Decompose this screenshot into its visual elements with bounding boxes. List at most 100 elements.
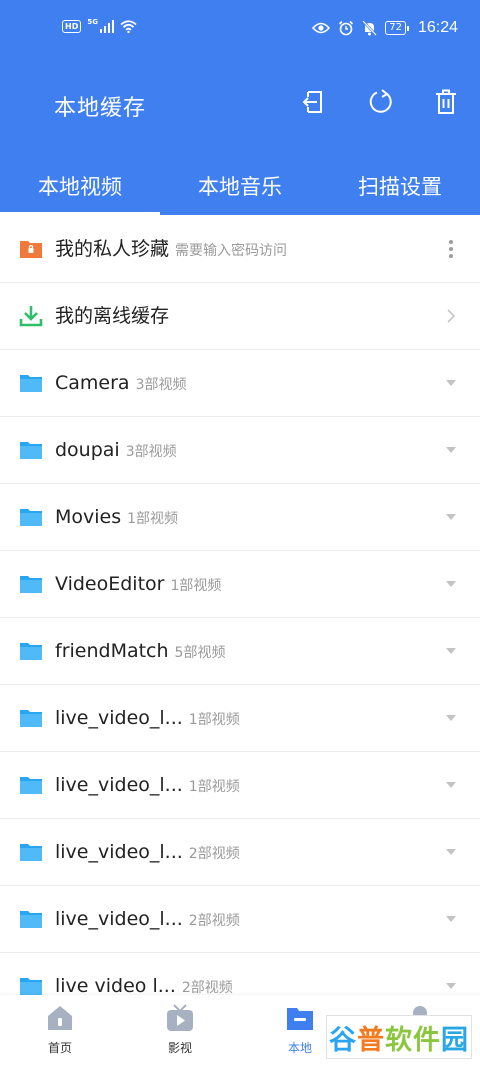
folder-icon — [20, 643, 42, 660]
row-text: live_video_l... 2部视频 — [55, 819, 240, 888]
delete-button[interactable] — [430, 86, 462, 118]
row-text: live_video_l... 1部视频 — [55, 752, 240, 821]
row-text: VideoEditor 1部视频 — [55, 551, 221, 620]
folder-name: live_video_l... — [55, 774, 183, 796]
folder-name: Movies — [55, 506, 122, 528]
caret-down-icon — [446, 581, 456, 587]
expand-button[interactable] — [440, 372, 462, 394]
caret-down-icon — [446, 648, 456, 654]
mute-bell-icon — [362, 20, 378, 36]
watermark-char: 谷 — [329, 1024, 357, 1056]
folder-row[interactable]: friendMatch 5部视频 — [0, 618, 480, 685]
expand-button[interactable] — [440, 707, 462, 729]
expand-button[interactable] — [440, 640, 462, 662]
row-text: live_video_l... 1部视频 — [55, 685, 240, 754]
refresh-icon — [369, 89, 392, 113]
chevron-button — [440, 305, 462, 327]
expand-button[interactable] — [440, 506, 462, 528]
folder-name: live_video_l... — [55, 841, 183, 863]
status-right: 72 16:24 — [312, 19, 458, 37]
chevron-right-icon — [447, 309, 456, 323]
exit-button[interactable] — [297, 86, 329, 118]
refresh-button[interactable] — [364, 86, 396, 118]
watermark-char: 普 — [357, 1024, 385, 1056]
folder-row[interactable]: Camera 3部视频 — [0, 350, 480, 417]
watermark-logo: 谷 普 软件 园 — [326, 1015, 472, 1059]
caret-down-icon — [446, 715, 456, 721]
row-text: Camera 3部视频 — [55, 350, 186, 419]
video-count: 1部视频 — [170, 578, 222, 594]
video-count: 3部视频 — [135, 377, 187, 393]
caret-down-icon — [446, 849, 456, 855]
video-count: 2部视频 — [188, 846, 240, 862]
trash-icon — [436, 89, 456, 114]
folder-icon — [20, 576, 42, 593]
nav-home[interactable]: 首页 — [20, 1003, 100, 1056]
nav-label: 首页 — [47, 1041, 72, 1055]
alarm-icon — [339, 20, 354, 36]
folder-row[interactable]: live_video_l... 1部视频 — [0, 752, 480, 819]
row-text: 我的离线缓存 — [55, 283, 169, 350]
expand-button[interactable] — [440, 841, 462, 863]
tab-local-music[interactable]: 本地音乐 — [160, 165, 320, 215]
page-title: 本地缓存 — [54, 96, 147, 121]
video-count: 3部视频 — [125, 444, 177, 460]
video-count: 2部视频 — [188, 913, 240, 929]
hd-badge: HD — [62, 20, 82, 33]
more-vertical-icon — [449, 240, 453, 258]
row-text: Movies 1部视频 — [55, 484, 178, 553]
more-button[interactable] — [440, 238, 462, 260]
caret-down-icon — [446, 380, 456, 386]
header: 本地缓存 本地视频 本地音乐 扫描设置 — [0, 60, 480, 215]
caret-down-icon — [446, 514, 456, 520]
download-icon — [19, 306, 43, 327]
video-count: 1部视频 — [127, 511, 179, 527]
home-icon — [48, 1006, 72, 1030]
caret-down-icon — [446, 447, 456, 453]
tab-local-video[interactable]: 本地视频 — [0, 165, 160, 215]
folder-row[interactable]: VideoEditor 1部视频 — [0, 551, 480, 618]
row-subtitle: 需要输入密码访问 — [175, 243, 288, 259]
folder-row[interactable]: live_video_l... 1部视频 — [0, 685, 480, 752]
folder-name: live_video_l... — [55, 707, 183, 729]
tab-scan-settings[interactable]: 扫描设置 — [320, 165, 480, 215]
video-count: 5部视频 — [174, 645, 226, 661]
private-collection-row[interactable]: 我的私人珍藏 需要输入密码访问 — [0, 216, 480, 283]
lock-folder-icon — [20, 241, 42, 258]
folder-icon — [20, 375, 42, 392]
row-text: live_video_l... 2部视频 — [55, 886, 240, 955]
signal-icon — [99, 20, 115, 33]
expand-button[interactable] — [440, 908, 462, 930]
status-bar: HD 5G 72 16:24 — [0, 0, 480, 60]
row-name: 我的私人珍藏 — [55, 238, 170, 260]
folder-row[interactable]: Movies 1部视频 — [0, 484, 480, 551]
clock: 16:24 — [417, 19, 458, 36]
row-text: doupai 3部视频 — [55, 417, 177, 486]
tab-bar: 本地视频 本地音乐 扫描设置 — [0, 165, 480, 215]
expand-button[interactable] — [440, 975, 462, 997]
expand-button[interactable] — [440, 573, 462, 595]
nav-label: 影视 — [167, 1041, 192, 1055]
caret-down-icon — [446, 983, 456, 989]
caret-down-icon — [446, 916, 456, 922]
row-text: 我的私人珍藏 需要输入密码访问 — [55, 216, 287, 285]
folder-icon — [20, 844, 42, 861]
row-name: 我的离线缓存 — [55, 305, 170, 327]
status-left: HD 5G — [62, 18, 138, 33]
nav-movies[interactable]: 影视 — [140, 1003, 220, 1056]
folder-icon — [20, 777, 42, 794]
folder-row[interactable]: live_video_l... 2部视频 — [0, 819, 480, 886]
folder-row[interactable]: doupai 3部视频 — [0, 417, 480, 484]
folder-rows: Camera 3部视频 doupai 3部视频 Movies 1部视频 VideoEdito… — [0, 350, 480, 1020]
watermark-char: 软件 — [385, 1024, 441, 1056]
folder-icon — [287, 1008, 313, 1030]
battery-icon: 72 — [385, 21, 409, 35]
expand-button[interactable] — [440, 439, 462, 461]
folder-name: VideoEditor — [55, 573, 165, 595]
expand-button[interactable] — [440, 774, 462, 796]
folder-name: live_video_l... — [55, 908, 183, 930]
folder-row[interactable]: live_video_l... 2部视频 — [0, 886, 480, 953]
folder-name: Camera — [55, 372, 130, 394]
row-text: friendMatch 5部视频 — [55, 618, 225, 687]
offline-cache-row[interactable]: 我的离线缓存 — [0, 283, 480, 350]
